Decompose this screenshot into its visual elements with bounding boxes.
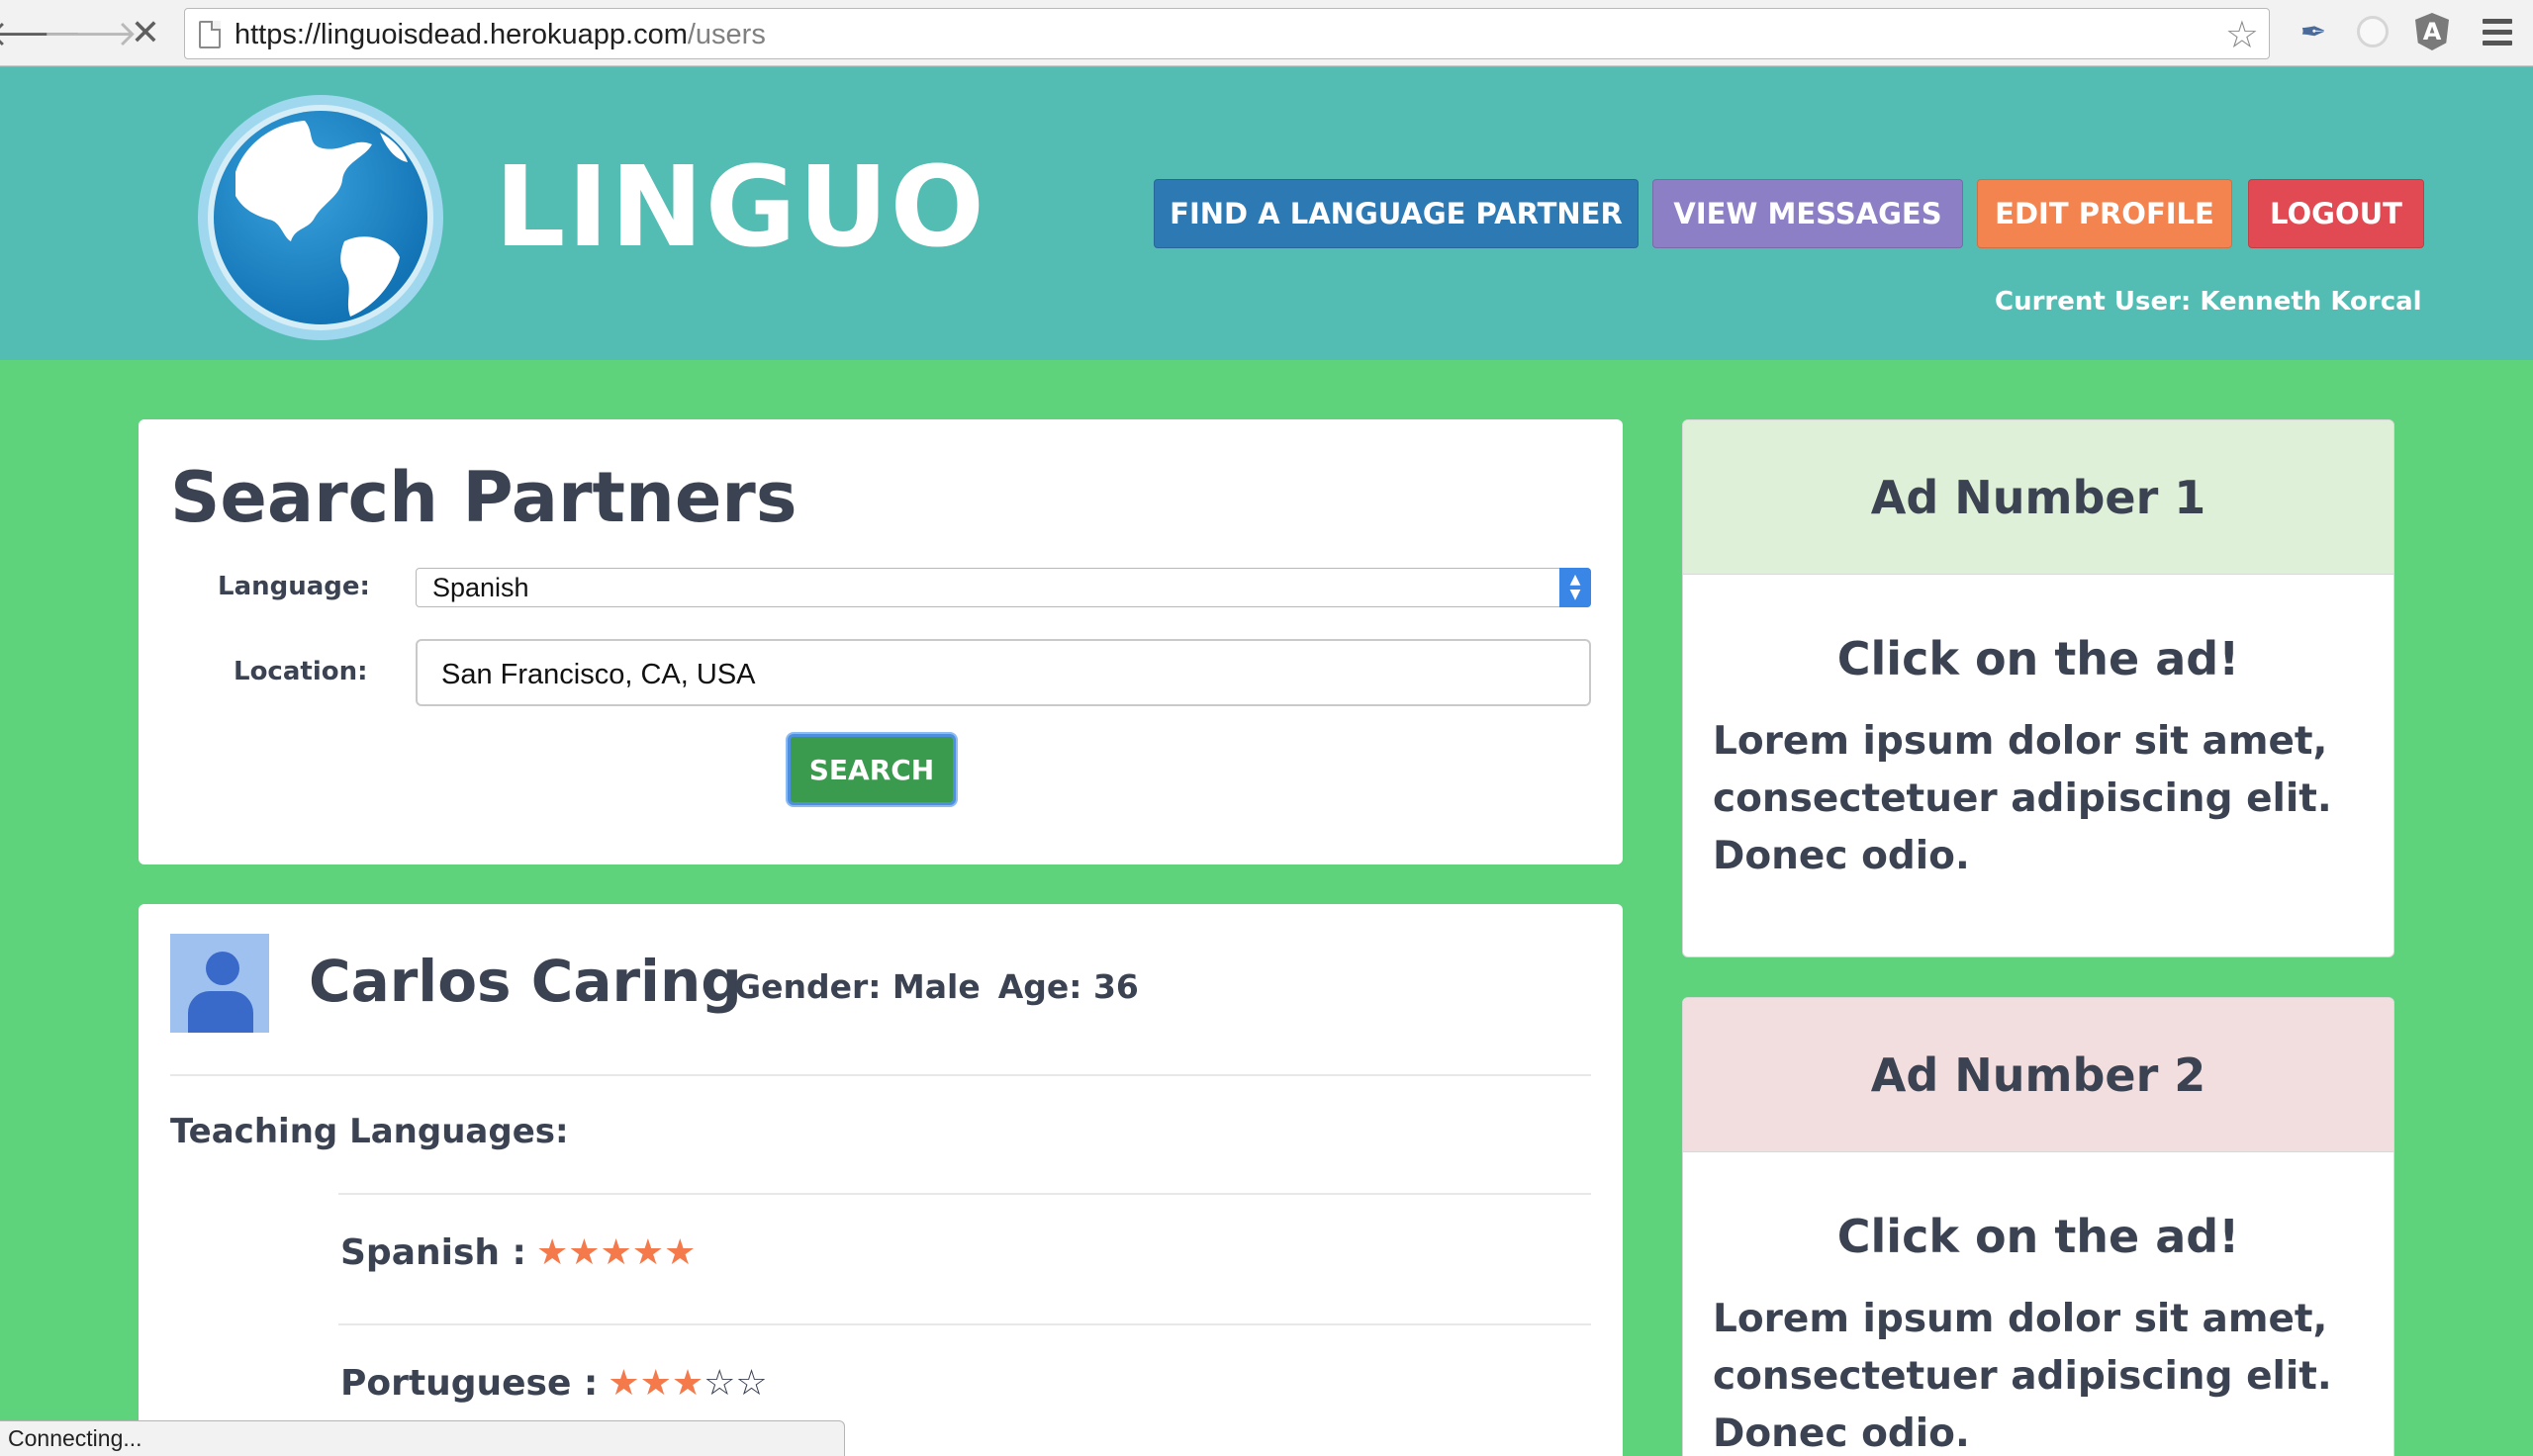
logout-button[interactable]: LOGOUT [2248,179,2424,248]
find-partner-button[interactable]: FIND A LANGUAGE PARTNER [1154,179,1639,248]
location-label: Location: [234,657,368,686]
view-messages-button[interactable]: VIEW MESSAGES [1652,179,1963,248]
page-icon [199,21,221,48]
ad-body: Lorem ipsum dolor sit amet, consectetuer… [1713,719,2332,878]
partner-age: Age: 36 [997,967,1139,1006]
location-input[interactable]: San Francisco, CA, USA [416,639,1591,706]
language-label: Language: [218,572,370,601]
language-name: Spanish : [340,1232,526,1273]
star-filled-icon: ★ [664,1231,697,1273]
avatar-body [188,991,253,1033]
language-row: Spanish : ★ ★ ★ ★ ★ [340,1232,696,1273]
language-select[interactable]: Spanish ▲ ▼ [416,568,1591,607]
angular-extension-icon[interactable]: A [2412,12,2452,51]
extension-circle-icon[interactable] [2353,12,2392,51]
ad-subtitle: Click on the ad! [1836,632,2240,685]
teaching-languages-title: Teaching Languages: [170,1112,569,1151]
ad-subtitle: Click on the ad! [1836,1210,2240,1263]
ad-body: Lorem ipsum dolor sit amet, consectetuer… [1713,1297,2332,1456]
rating-stars: ★ ★ ★ ★ ★ [535,1231,697,1273]
current-user-label: Current User: Kenneth Korcal [1995,287,2422,317]
star-filled-icon: ★ [535,1231,569,1273]
language-row: Portuguese : ★ ★ ★ ☆ ☆ [340,1363,768,1404]
star-filled-icon: ★ [671,1362,704,1404]
edit-profile-button[interactable]: EDIT PROFILE [1977,179,2232,248]
stop-loading-icon[interactable]: ✕ [123,10,168,55]
ad-title: Ad Number 1 [1683,420,2393,575]
eyedropper-extension-icon[interactable]: ✒ [2294,12,2333,51]
star-filled-icon: ★ [639,1362,672,1404]
brand-title[interactable]: LINGUO [495,152,986,263]
partner-meta: Gender: Male Age: 36 [734,967,1157,1006]
star-filled-icon: ★ [600,1231,632,1273]
url-text: https://linguoisdead.herokuapp.com/users [235,19,766,51]
star-empty-icon: ☆ [704,1362,736,1404]
address-bar[interactable]: https://linguoisdead.herokuapp.com/users… [184,8,2270,59]
divider [338,1323,1591,1325]
search-partners-panel: Search Partners Language: Spanish ▲ ▼ Loc… [139,419,1623,864]
ad-card[interactable]: Ad Number 1 Click on the ad! Lorem ipsum… [1682,419,2394,957]
site-header: LINGUO FIND A LANGUAGE PARTNER VIEW MESS… [0,67,2533,360]
browser-toolbar: 🡐 🡒 ✕ https://linguoisdead.herokuapp.com… [0,0,2533,66]
avatar-head [206,952,239,985]
star-filled-icon: ★ [631,1231,665,1273]
ad-card[interactable]: Ad Number 2 Click on the ad! Lorem ipsum… [1682,997,2394,1456]
url-path: /users [687,19,766,50]
browser-menu-icon[interactable] [2478,12,2517,51]
rating-stars: ★ ★ ★ ☆ ☆ [608,1362,768,1404]
star-filled-icon: ★ [608,1362,640,1404]
language-select-value: Spanish [432,573,529,602]
bookmark-star-icon[interactable]: ☆ [2225,13,2259,56]
divider [170,1074,1591,1076]
search-title: Search Partners [170,457,797,538]
select-arrows-icon: ▲ ▼ [1559,568,1591,607]
avatar[interactable] [170,934,269,1033]
star-filled-icon: ★ [568,1231,601,1273]
partner-card: Carlos Caring Gender: Male Age: 36 Teachi… [139,904,1623,1456]
language-name: Portuguese : [340,1363,599,1404]
divider [338,1193,1591,1195]
partner-name[interactable]: Carlos Caring [309,948,742,1015]
forward-arrow-icon[interactable]: 🡒 [43,10,139,55]
star-empty-icon: ☆ [735,1362,768,1404]
location-input-value: San Francisco, CA, USA [441,659,756,690]
search-button[interactable]: SEARCH [788,734,956,805]
status-bar: Connecting... [0,1420,845,1456]
globe-logo-icon[interactable] [196,93,445,342]
partner-gender: Gender: Male [734,967,981,1006]
url-domain: https://linguoisdead.herokuapp.com [235,19,688,50]
ad-title: Ad Number 2 [1683,998,2393,1152]
